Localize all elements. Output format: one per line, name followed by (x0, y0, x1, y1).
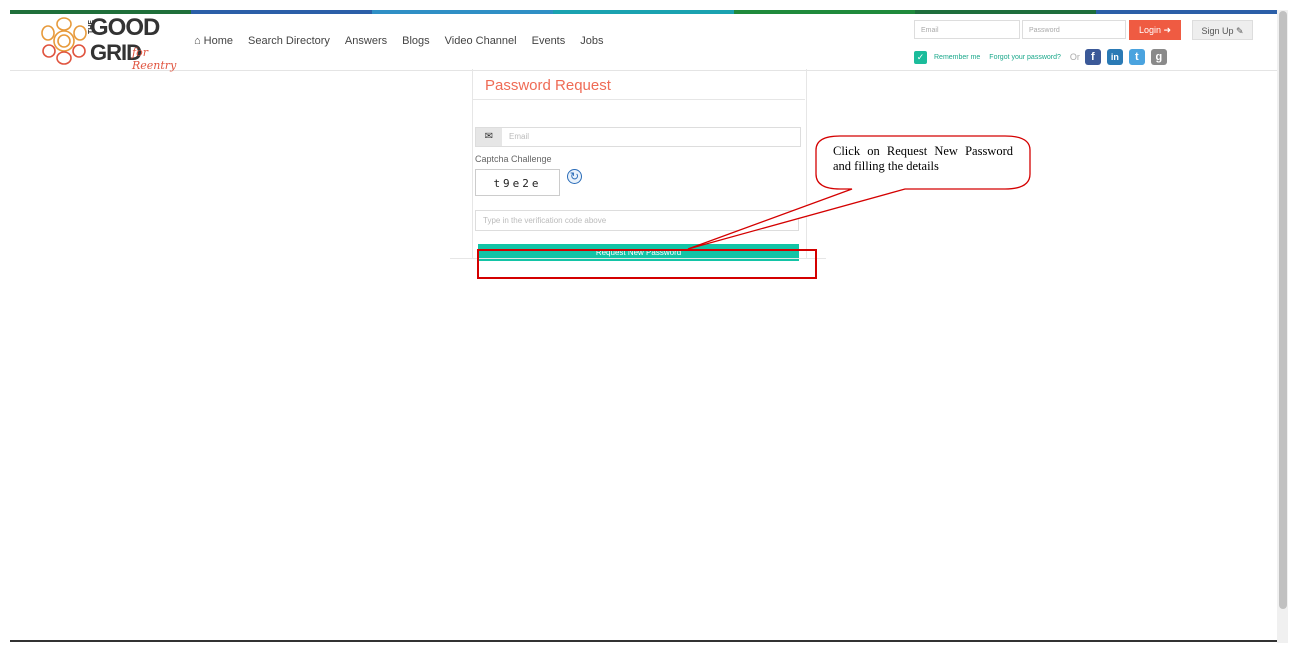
main-nav: ⌂ Home Search Directory Answers Blogs Vi… (194, 35, 619, 47)
signup-button[interactable]: Sign Up ✎ (1192, 20, 1253, 40)
logo-good: GOOD (90, 14, 160, 41)
nav-events[interactable]: Events (532, 35, 566, 47)
logo-flower-icon (41, 17, 87, 65)
logo[interactable]: THE GOOD GRID for Reentry (40, 14, 190, 72)
scrollbar-thumb[interactable] (1279, 11, 1287, 609)
nav-home[interactable]: ⌂ Home (194, 35, 233, 47)
site-header: THE GOOD GRID for Reentry ⌂ Home Search … (10, 14, 1277, 72)
verification-code-input[interactable]: Type in the verification code above (475, 210, 799, 231)
nav-blogs[interactable]: Blogs (402, 35, 430, 47)
login-area: Email Password Login ➜ Sign Up ✎ ✓ Remem… (914, 20, 1254, 70)
linkedin-icon[interactable]: in (1106, 49, 1123, 65)
captcha-image: t9e2e (475, 169, 560, 196)
nav-answers[interactable]: Answers (345, 35, 387, 47)
login-button[interactable]: Login ➜ (1129, 20, 1181, 40)
email-placeholder: Email (509, 132, 530, 141)
twitter-icon[interactable]: t (1128, 49, 1145, 65)
email-field[interactable]: ✉ Email (475, 127, 801, 147)
page-title: Password Request (485, 77, 611, 94)
remember-row: ✓ Remember me Forgot your password? Or f… (914, 49, 1173, 65)
callout-text: Click on Request New Password and fillin… (833, 144, 1013, 173)
captcha-label: Captcha Challenge (475, 154, 552, 164)
nav-home-label: Home (203, 35, 233, 47)
header-email-input[interactable]: Email (914, 20, 1020, 39)
title-divider (472, 99, 805, 100)
or-label: Or (1069, 52, 1080, 62)
envelope-icon: ✉ (476, 128, 502, 146)
google-icon[interactable]: g (1150, 49, 1167, 65)
forgot-password-link[interactable]: Forgot your password? (989, 54, 1061, 61)
facebook-icon[interactable]: f (1084, 49, 1101, 65)
refresh-captcha-icon[interactable]: ↻ (567, 169, 582, 184)
footer-rule (10, 640, 1277, 642)
nav-search-directory[interactable]: Search Directory (248, 35, 330, 47)
nav-video-channel[interactable]: Video Channel (445, 35, 517, 47)
home-icon: ⌂ (194, 35, 201, 47)
remember-checkbox[interactable]: ✓ (914, 50, 927, 64)
header-password-input[interactable]: Password (1022, 20, 1126, 39)
remember-label: Remember me (934, 53, 981, 61)
annotation-highlight-box (477, 249, 817, 279)
nav-jobs[interactable]: Jobs (580, 35, 603, 47)
logo-tagline: for Reentry (132, 46, 177, 72)
password-request-panel: Password Request ✉ Email Captcha Challen… (450, 69, 826, 261)
